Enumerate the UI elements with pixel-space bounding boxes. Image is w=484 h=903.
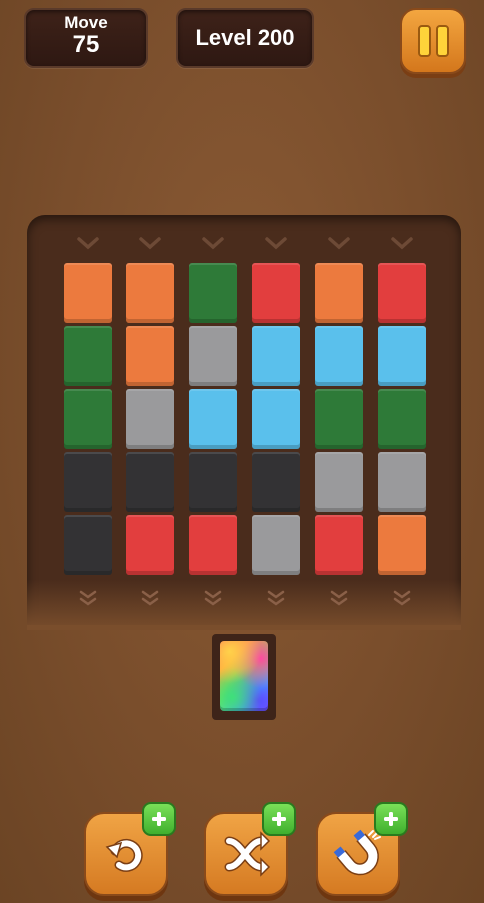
tile-orange[interactable]: [126, 326, 174, 386]
tile-black[interactable]: [126, 452, 174, 512]
add-shuffle-button[interactable]: [262, 802, 296, 836]
add-undo-button[interactable]: [142, 802, 176, 836]
column-double-chevron-icon: [189, 590, 237, 606]
column-drop-chevron-icon: [189, 236, 237, 250]
magnet-icon: [333, 829, 381, 876]
tile-orange[interactable]: [315, 263, 363, 323]
column-double-chevron-icon: [378, 590, 426, 606]
tile-green[interactable]: [189, 263, 237, 323]
level-panel: Level 200: [176, 8, 314, 68]
column-drop-chevron-icon: [126, 236, 174, 250]
tile-orange[interactable]: [378, 515, 426, 575]
tile-gray[interactable]: [315, 452, 363, 512]
tile-blue[interactable]: [252, 326, 300, 386]
shuffle-icon: [224, 831, 271, 877]
column-drop-chevron-icon: [64, 236, 112, 250]
magnet-button[interactable]: [316, 802, 408, 896]
tile-orange[interactable]: [126, 263, 174, 323]
tile-green[interactable]: [378, 389, 426, 449]
tile-green[interactable]: [64, 389, 112, 449]
tile-green[interactable]: [315, 389, 363, 449]
tile-black[interactable]: [189, 452, 237, 512]
plus-icon: [152, 812, 166, 826]
tile-orange[interactable]: [64, 263, 112, 323]
tile-blue[interactable]: [189, 389, 237, 449]
undo-button[interactable]: [84, 802, 176, 896]
tile-green[interactable]: [64, 326, 112, 386]
tile-gray[interactable]: [378, 452, 426, 512]
pause-icon: [417, 25, 431, 57]
pause-button[interactable]: [400, 8, 466, 74]
tile-blue[interactable]: [315, 326, 363, 386]
column-double-chevron-icon: [252, 590, 300, 606]
holding-slot[interactable]: [212, 634, 276, 720]
tile-gray[interactable]: [126, 389, 174, 449]
tile-blue[interactable]: [378, 326, 426, 386]
move-value: 75: [72, 31, 100, 58]
shuffle-button[interactable]: [204, 802, 296, 896]
column-drop-chevron-icon: [378, 236, 426, 250]
column-drop-chevron-icon: [315, 236, 363, 250]
tile-gray[interactable]: [189, 326, 237, 386]
tile-black[interactable]: [252, 452, 300, 512]
rainbow-tile[interactable]: [220, 641, 268, 711]
tile-red[interactable]: [315, 515, 363, 575]
undo-icon: [105, 838, 143, 872]
plus-icon: [384, 812, 398, 826]
tile-gray[interactable]: [252, 515, 300, 575]
plus-icon: [272, 812, 286, 826]
tile-red[interactable]: [189, 515, 237, 575]
tile-red[interactable]: [126, 515, 174, 575]
move-counter-panel: Move 75: [24, 8, 148, 68]
column-drop-chevron-icon: [252, 236, 300, 250]
column-double-chevron-icon: [64, 590, 112, 606]
tile-black[interactable]: [64, 515, 112, 575]
add-magnet-button[interactable]: [374, 802, 408, 836]
move-label: Move: [64, 13, 108, 32]
column-double-chevron-icon: [315, 590, 363, 606]
column-double-chevron-icon: [126, 590, 174, 606]
tile-red[interactable]: [378, 263, 426, 323]
tile-red[interactable]: [252, 263, 300, 323]
tile-black[interactable]: [64, 452, 112, 512]
tile-blue[interactable]: [252, 389, 300, 449]
